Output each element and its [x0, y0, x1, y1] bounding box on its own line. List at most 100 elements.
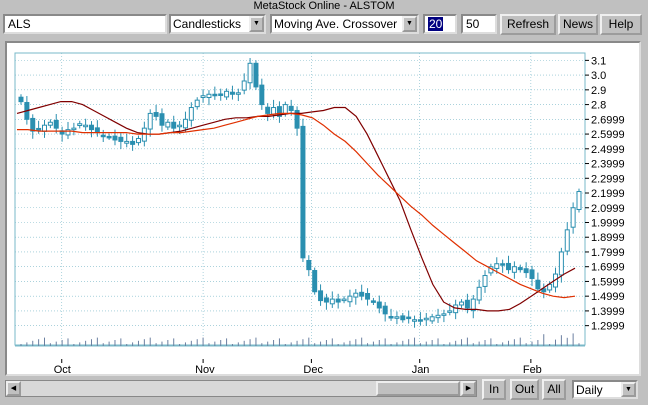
- plot-frame: [14, 52, 586, 346]
- candle-body: [323, 297, 329, 303]
- candle: [294, 106, 300, 136]
- price-chart[interactable]: 3.1 3.0 2.9 2.8 2.6999 2.5999 2.4999 2.3999 2.29…: [7, 43, 639, 376]
- help-button[interactable]: Help: [600, 14, 642, 35]
- chevron-down-icon[interactable]: ▼: [402, 16, 417, 32]
- candle-body: [206, 93, 212, 99]
- candle: [118, 133, 124, 150]
- candle-body: [441, 313, 447, 316]
- candle: [476, 279, 482, 305]
- candle-body: [224, 90, 230, 98]
- candle-body: [511, 266, 517, 273]
- candle-body: [300, 125, 306, 259]
- chevron-down-icon[interactable]: ▼: [249, 16, 264, 32]
- candle-body: [558, 251, 564, 276]
- y-tick-label: 2.2999: [591, 173, 625, 185]
- candle: [165, 119, 171, 130]
- volume-bars: [20, 333, 580, 346]
- chart-panel[interactable]: 3.1 3.0 2.9 2.8 2.6999 2.5999 2.4999 2.3999 2.29…: [5, 41, 641, 376]
- zoom-in-button[interactable]: In: [482, 379, 506, 400]
- scrollbar-thumb[interactable]: [376, 381, 460, 396]
- candle: [382, 302, 388, 322]
- candle-body: [570, 207, 576, 228]
- zoom-all-button[interactable]: All: [542, 379, 566, 400]
- candle-body: [347, 295, 353, 303]
- horizontal-scrollbar[interactable]: ◀ ▶: [5, 380, 477, 397]
- candle: [535, 272, 541, 293]
- candle: [523, 262, 529, 278]
- candle-body: [423, 317, 429, 321]
- candle-body: [271, 107, 277, 115]
- candle-body: [476, 286, 482, 301]
- candle: [417, 312, 423, 326]
- candle: [135, 135, 141, 146]
- indicator-value: Moving Ave. Crossover: [274, 17, 398, 31]
- x-tick-label: Dec: [303, 364, 323, 374]
- y-tick-label: 3.0: [591, 70, 606, 82]
- candle-body: [382, 305, 388, 315]
- scroll-left-icon[interactable]: ◀: [6, 381, 21, 396]
- candle-body: [65, 129, 71, 136]
- candle-body: [459, 301, 465, 306]
- candle: [394, 311, 400, 325]
- candle: [459, 299, 465, 308]
- window-title: MetaStock Online - ALSTOM: [253, 0, 395, 12]
- refresh-button[interactable]: Refresh: [500, 14, 556, 35]
- candle: [235, 88, 241, 102]
- candle: [376, 295, 382, 314]
- candle: [77, 120, 83, 129]
- candle: [570, 202, 576, 234]
- scroll-right-icon[interactable]: ▶: [461, 381, 476, 396]
- candle-body: [394, 316, 400, 319]
- candle: [529, 265, 535, 287]
- candle-body: [188, 107, 194, 121]
- symbol-input[interactable]: ALS: [3, 14, 167, 34]
- y-tick-label: 2.8: [591, 100, 606, 112]
- y-tick-label: 2.0999: [591, 203, 625, 215]
- candle-body: [282, 104, 288, 115]
- candle-body: [165, 121, 171, 128]
- candle: [500, 259, 506, 273]
- candle-body: [71, 127, 77, 131]
- y-tick-label: 2.4999: [591, 144, 625, 156]
- candle: [106, 133, 112, 140]
- candle-body: [253, 62, 259, 88]
- candle-body: [147, 112, 153, 130]
- candle: [259, 78, 265, 110]
- candle-body: [36, 127, 42, 131]
- candle: [253, 60, 259, 90]
- candle: [83, 118, 89, 131]
- candle-body: [335, 298, 341, 303]
- candle: [94, 120, 100, 137]
- candle-body: [53, 119, 59, 129]
- candle-body: [177, 124, 183, 128]
- candle: [147, 109, 153, 137]
- short-period-input[interactable]: 20: [423, 14, 457, 34]
- candle: [441, 309, 447, 323]
- candle-body: [500, 263, 506, 266]
- candle-body: [100, 134, 106, 138]
- candle-body: [412, 319, 418, 322]
- candle: [464, 293, 470, 314]
- candle-body: [200, 95, 206, 99]
- candle-body: [365, 293, 371, 300]
- interval-value: Daily: [576, 383, 603, 397]
- candle-body: [506, 262, 512, 271]
- candle-body: [218, 93, 224, 96]
- chart-type-select[interactable]: Candlesticks ▼: [169, 14, 266, 34]
- candle: [576, 188, 582, 213]
- candle: [506, 255, 512, 274]
- candle-body: [306, 259, 312, 271]
- candle: [423, 312, 429, 326]
- candle: [182, 111, 188, 132]
- candle-body: [341, 298, 347, 302]
- indicator-select[interactable]: Moving Ave. Crossover ▼: [270, 14, 419, 34]
- chevron-down-icon[interactable]: ▼: [621, 382, 636, 397]
- candle-body: [312, 270, 318, 293]
- y-tick-label: 2.6999: [591, 114, 625, 126]
- candle: [470, 294, 476, 319]
- candle-body: [576, 191, 582, 211]
- zoom-out-button[interactable]: Out: [510, 379, 539, 400]
- long-period-input[interactable]: 50: [461, 14, 497, 34]
- news-button[interactable]: News: [558, 14, 598, 35]
- interval-select[interactable]: Daily ▼: [572, 380, 638, 399]
